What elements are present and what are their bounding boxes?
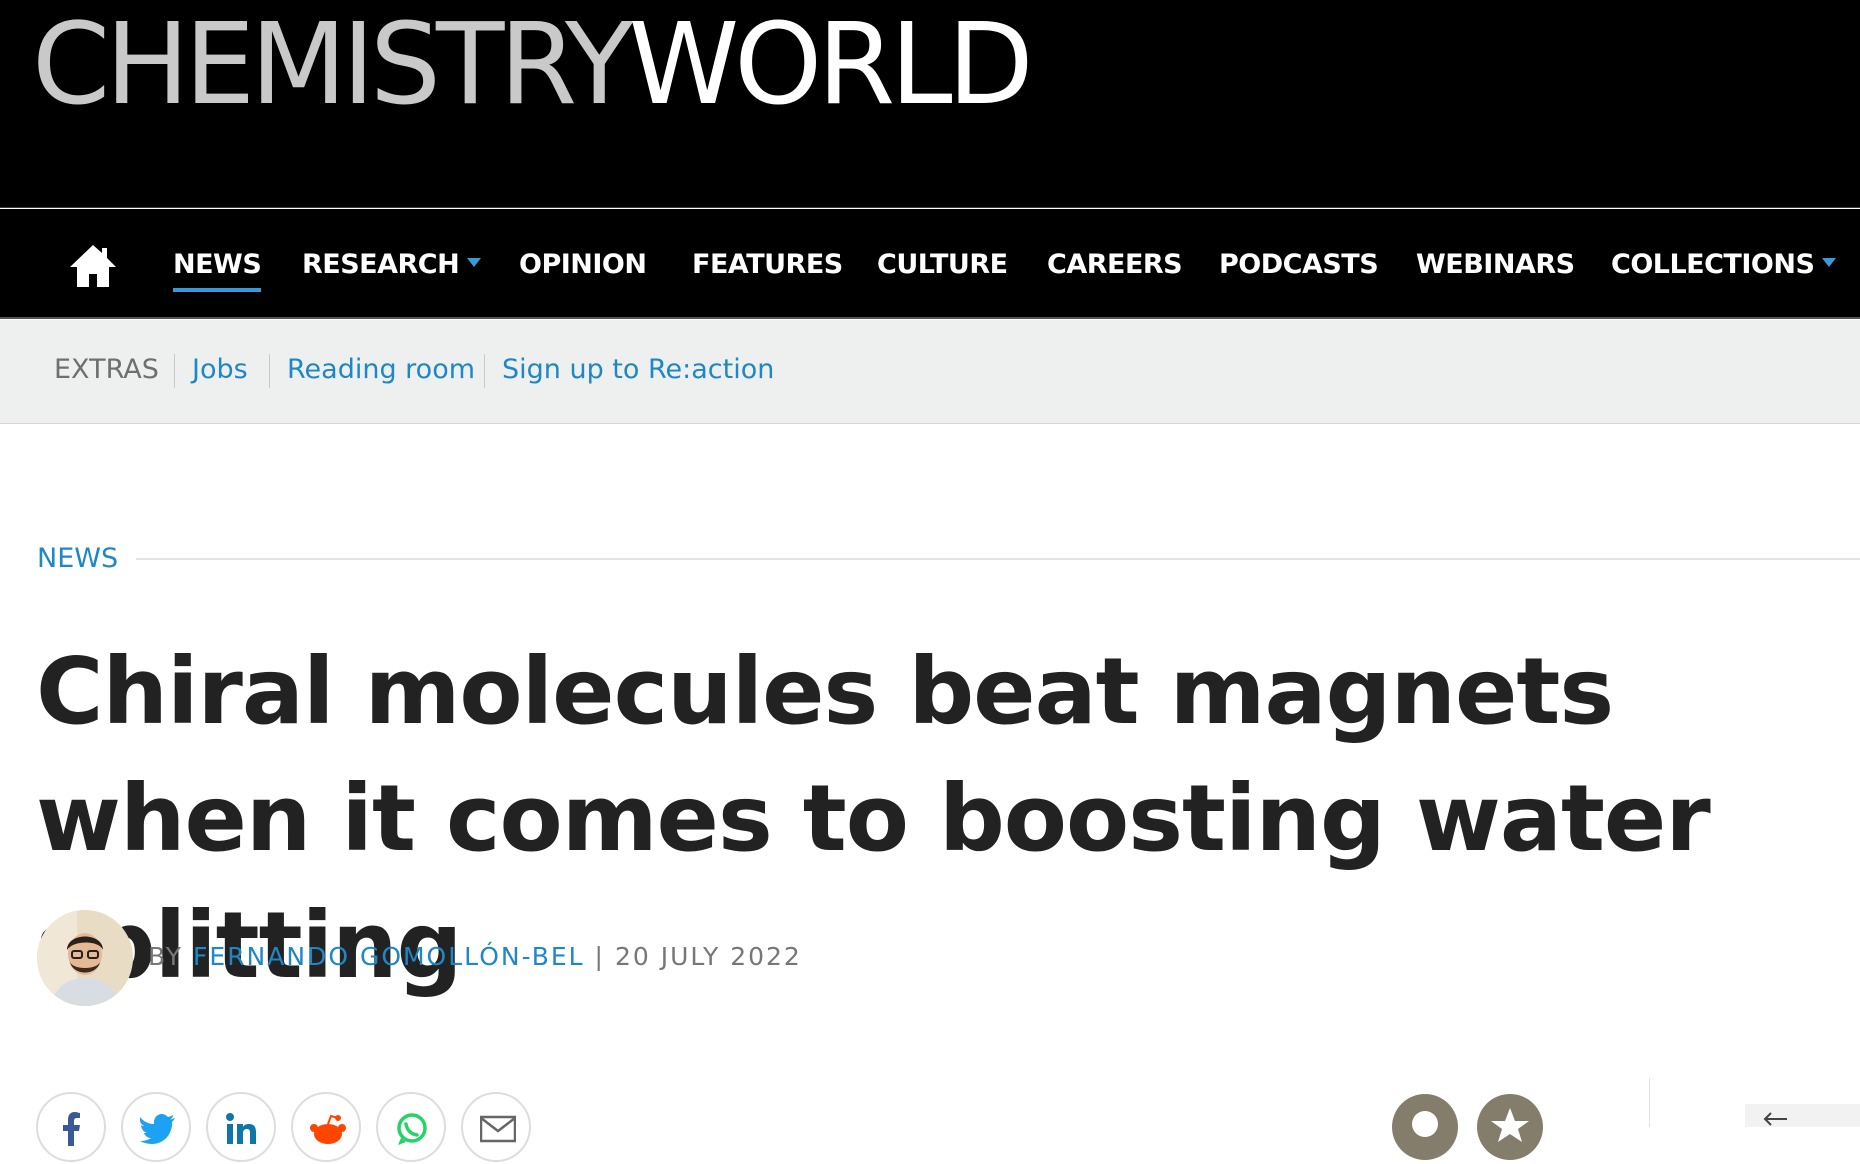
email-icon — [480, 1115, 516, 1143]
masthead: CHEMISTRYWORLD — [0, 0, 1860, 208]
home-icon[interactable] — [68, 241, 118, 291]
nav-podcasts[interactable]: PODCASTS — [1219, 249, 1379, 280]
extras-link-reaction[interactable]: Sign up to Re:action — [502, 354, 774, 385]
caret-down-icon — [467, 258, 482, 267]
divider — [484, 354, 485, 388]
previous-article-button[interactable] — [1745, 1104, 1860, 1127]
extras-bar: EXTRAS Jobs Reading room Sign up to Re:a… — [0, 320, 1860, 424]
site-logo[interactable]: CHEMISTRYWORLD — [32, 3, 1034, 127]
star-icon — [1491, 1108, 1529, 1142]
byline-separator: | — [594, 942, 605, 971]
share-email-button[interactable] — [461, 1092, 531, 1162]
reddit-icon — [310, 1114, 346, 1144]
divider — [269, 354, 270, 388]
section-label-news[interactable]: NEWS — [37, 543, 118, 574]
divider — [1649, 1078, 1650, 1127]
logo-chemistry: CHEMISTRY — [32, 0, 633, 130]
nav-opinion[interactable]: OPINION — [519, 249, 647, 280]
nav-collections[interactable]: COLLECTIONS — [1611, 249, 1837, 280]
twitter-icon — [140, 1114, 175, 1144]
logo-world: WORLD — [628, 0, 1033, 130]
share-linkedin-button[interactable] — [206, 1092, 276, 1162]
share-whatsapp-button[interactable] — [376, 1092, 446, 1162]
nav-culture[interactable]: CULTURE — [877, 249, 1008, 280]
nav-careers[interactable]: CAREERS — [1047, 249, 1183, 280]
whatsapp-icon — [397, 1113, 427, 1145]
comment-icon — [1412, 1111, 1438, 1137]
byline-prefix: BY — [148, 942, 184, 971]
publish-date: 20 JULY 2022 — [614, 942, 802, 971]
nav-features[interactable]: FEATURES — [692, 249, 843, 280]
extras-label: EXTRAS — [54, 354, 159, 385]
extras-link-reading-room[interactable]: Reading room — [287, 354, 475, 385]
nav-research[interactable]: RESEARCH — [302, 249, 482, 280]
divider — [174, 354, 175, 388]
nav-webinars[interactable]: WEBINARS — [1416, 249, 1575, 280]
main-navigation: NEWS RESEARCH OPINION FEATURES CULTURE C… — [0, 209, 1860, 319]
nav-news[interactable]: NEWS — [173, 249, 262, 292]
arrow-left-icon — [1763, 1112, 1787, 1126]
nav-research-label: RESEARCH — [302, 249, 460, 280]
share-reddit-button[interactable] — [291, 1092, 361, 1162]
favourite-button[interactable] — [1477, 1094, 1543, 1160]
section-divider — [136, 558, 1860, 560]
nav-collections-label: COLLECTIONS — [1611, 249, 1815, 280]
author-avatar[interactable] — [37, 910, 133, 1006]
share-twitter-button[interactable] — [121, 1092, 191, 1162]
share-facebook-button[interactable] — [36, 1092, 106, 1162]
linkedin-icon — [226, 1113, 256, 1144]
facebook-icon — [63, 1112, 80, 1146]
extras-link-jobs[interactable]: Jobs — [192, 354, 248, 385]
author-link[interactable]: FERNANDO GOMOLLÓN-BEL — [193, 942, 585, 971]
article-byline: BY FERNANDO GOMOLLÓN-BEL | 20 JULY 2022 — [148, 942, 802, 971]
caret-down-icon — [1822, 258, 1837, 267]
comments-button[interactable] — [1392, 1094, 1458, 1160]
